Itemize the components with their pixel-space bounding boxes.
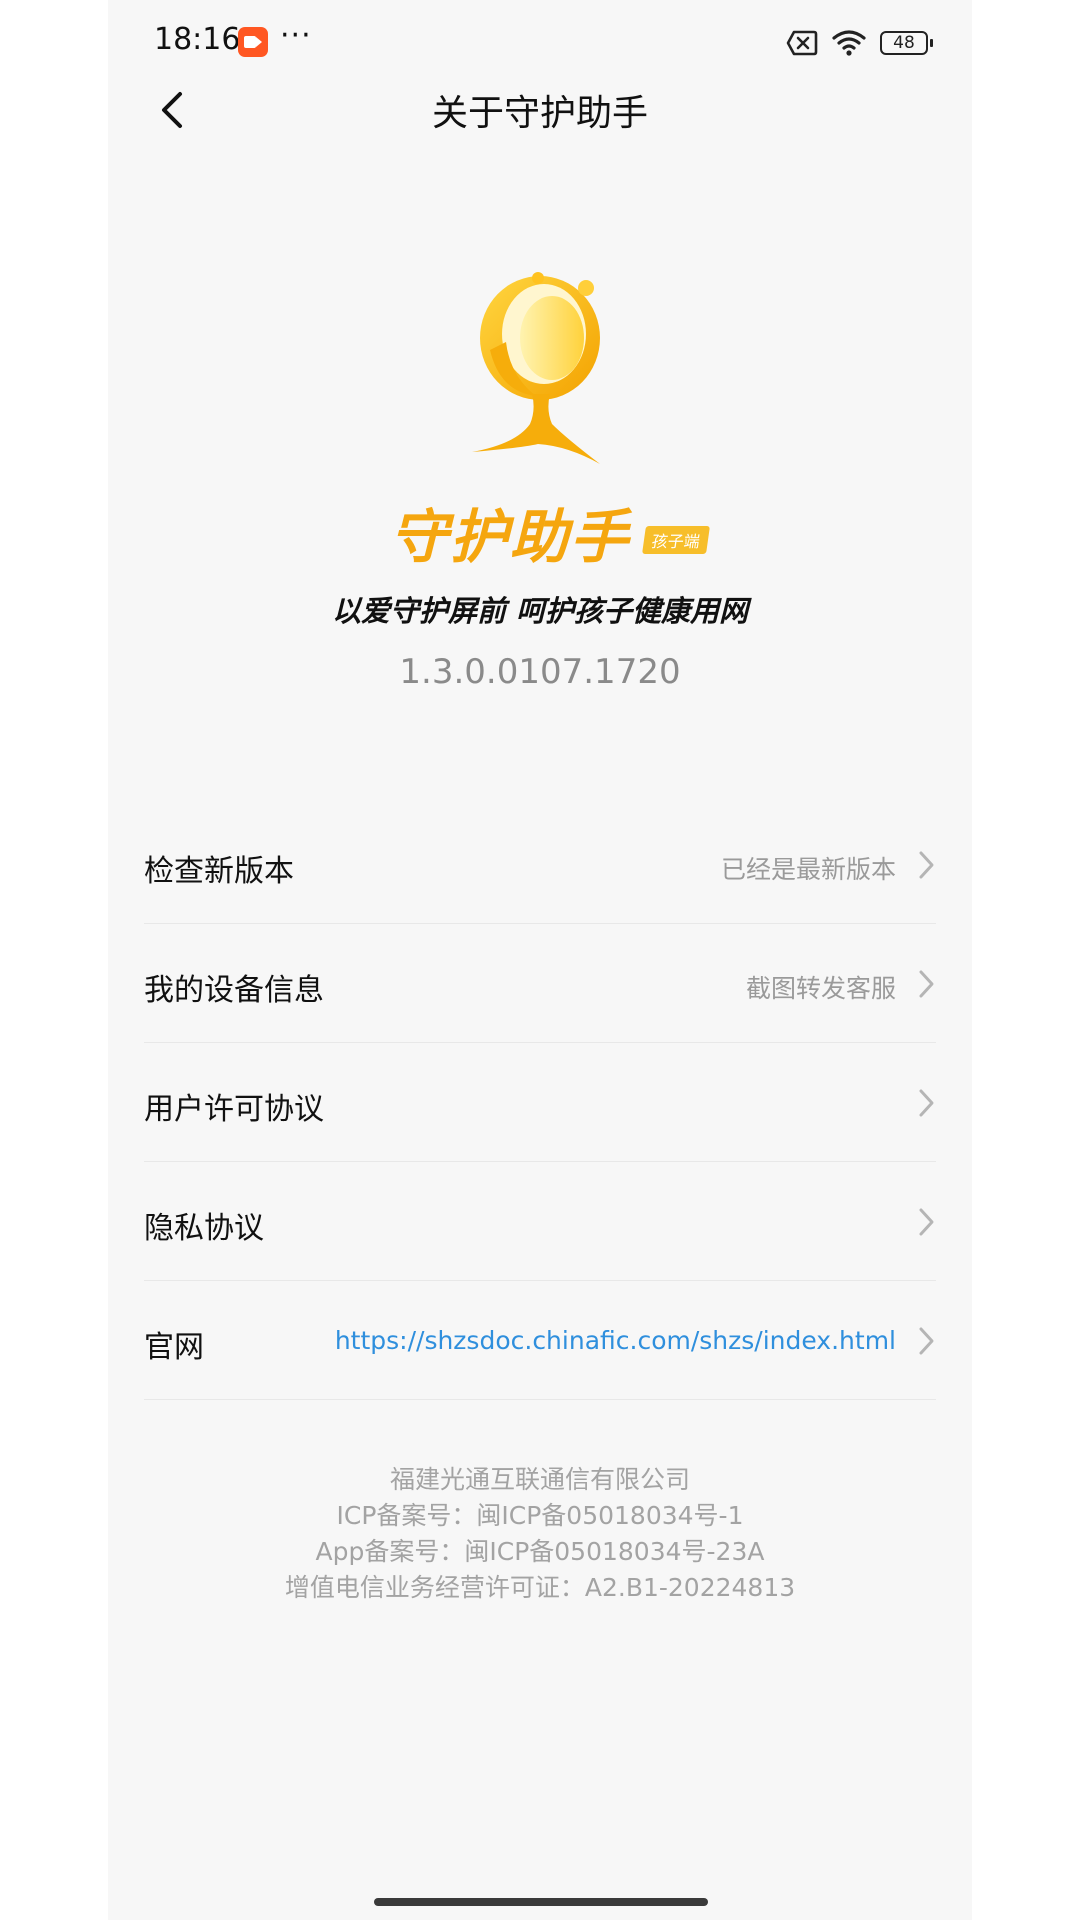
- about-screen: 18:16 ··· 48 关于守护助手 守护助手 孩子端 以爱守护屏前 呵护孩子…: [108, 0, 972, 1920]
- chevron-right-icon: [919, 851, 934, 879]
- footer: 福建光通互联通信有限公司 ICP备案号：闽ICP备05018034号-1 App…: [108, 1462, 972, 1606]
- status-bar: 18:16 ··· 48: [108, 0, 972, 86]
- screen-record-icon: [238, 27, 268, 57]
- sim-off-icon: [786, 30, 818, 56]
- chevron-right-icon: [919, 1327, 934, 1355]
- tree-globe-logo-icon: [472, 272, 600, 464]
- footer-license: 增值电信业务经营许可证：A2.B1-20224813: [284, 1573, 796, 1602]
- website-link[interactable]: https://shzsdoc.chinafic.com/shzs/index.…: [335, 1326, 896, 1355]
- menu-item-user-license[interactable]: 用户许可协议: [144, 1044, 936, 1162]
- version-text: 1.3.0.0107.1720: [399, 652, 681, 692]
- app-logo: [470, 272, 610, 472]
- menu-item-label: 官网: [144, 1330, 204, 1365]
- brand-name: 守护助手: [390, 503, 631, 571]
- wifi-icon: [832, 30, 866, 56]
- menu-item-label: 隐私协议: [144, 1211, 264, 1246]
- footer-company: 福建光通互联通信有限公司: [389, 1465, 690, 1494]
- menu-item-label: 我的设备信息: [144, 973, 324, 1008]
- settings-menu: 检查新版本 已经是最新版本 我的设备信息 截图转发客服 用户许可协议 隐私协议 …: [144, 806, 936, 1401]
- menu-item-check-update[interactable]: 检查新版本 已经是最新版本: [144, 806, 936, 924]
- slogan: 以爱守护屏前 呵护孩子健康用网: [331, 594, 749, 628]
- chevron-right-icon: [919, 1089, 934, 1117]
- menu-item-website[interactable]: 官网 https://shzsdoc.chinafic.com/shzs/ind…: [144, 1282, 936, 1400]
- menu-item-label: 检查新版本: [144, 854, 294, 889]
- footer-app-icp: App备案号：闽ICP备05018034号-23A: [315, 1537, 765, 1566]
- battery-icon: 48: [880, 31, 933, 55]
- status-time: 18:16: [154, 22, 241, 57]
- status-icons: 48: [786, 26, 933, 60]
- menu-item-value: 已经是最新版本: [720, 855, 896, 884]
- menu-item-device-info[interactable]: 我的设备信息 截图转发客服: [144, 925, 936, 1043]
- menu-item-privacy[interactable]: 隐私协议: [144, 1163, 936, 1281]
- chevron-right-icon: [919, 1208, 934, 1236]
- footer-icp: ICP备案号：闽ICP备05018034号-1: [336, 1501, 744, 1530]
- home-indicator[interactable]: [374, 1898, 708, 1906]
- more-notifications-icon: ···: [280, 18, 312, 53]
- chevron-right-icon: [919, 970, 934, 998]
- menu-item-label: 用户许可协议: [144, 1092, 324, 1127]
- brand-badge: 孩子端: [642, 526, 710, 554]
- page-title: 关于守护助手: [431, 93, 648, 134]
- menu-item-value: 截图转发客服: [745, 974, 896, 1003]
